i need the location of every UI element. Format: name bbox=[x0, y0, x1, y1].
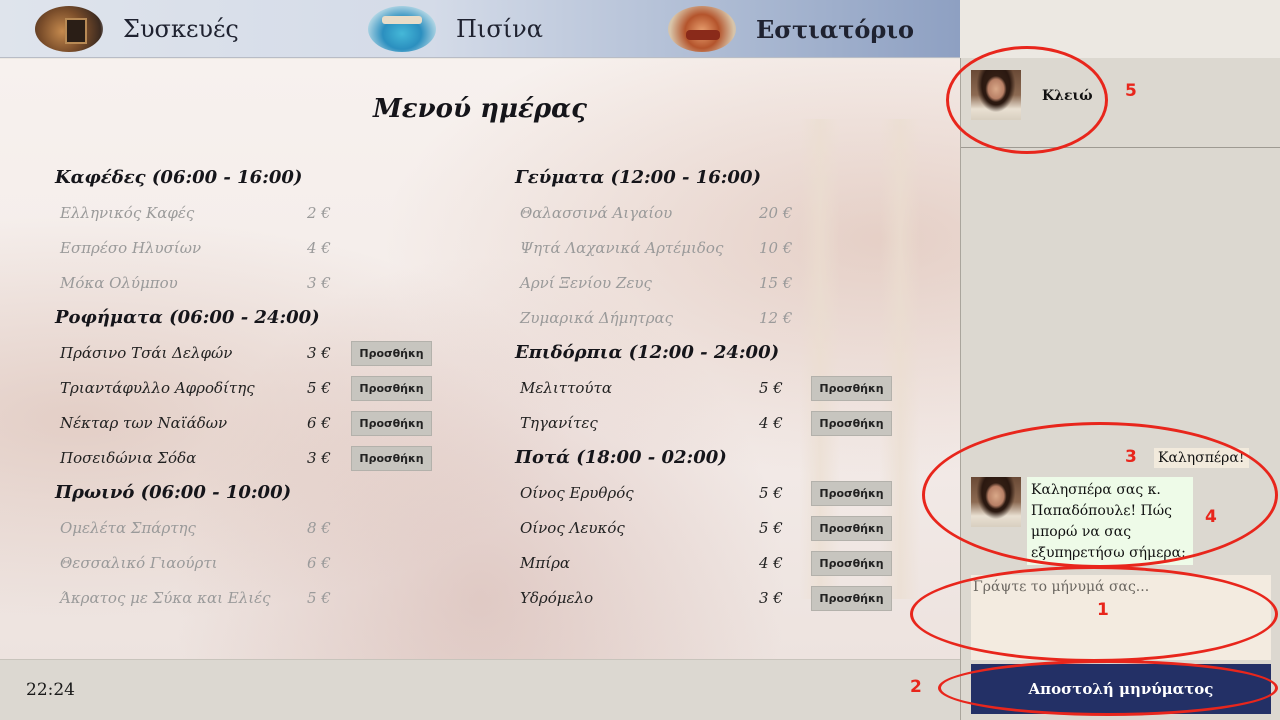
menu-item-price: 4 € bbox=[307, 239, 331, 257]
menu-item-name: Νέκταρ των Ναϊάδων bbox=[60, 414, 228, 432]
add-item-button[interactable]: Προσθήκη bbox=[811, 411, 892, 436]
menu-section-heading: Ροφήματα (06:00 - 24:00) bbox=[55, 307, 320, 328]
add-item-button[interactable]: Προσθήκη bbox=[351, 446, 432, 471]
add-item-button[interactable]: Προσθήκη bbox=[811, 376, 892, 401]
menu-item-name: Εσπρέσο Ηλυσίων bbox=[60, 239, 202, 257]
annotation-ring-2 bbox=[938, 660, 1278, 716]
restaurant-thumb-icon bbox=[668, 6, 736, 52]
add-item-button[interactable]: Προσθήκη bbox=[351, 376, 432, 401]
menu-item-name: Ποσειδώνια Σόδα bbox=[60, 449, 197, 467]
nav-item-label: Εστιατόριο bbox=[756, 14, 914, 44]
menu-item-name: Υδρόμελο bbox=[520, 589, 594, 607]
menu-item-name: Αρνί Ξενίου Ζευς bbox=[520, 274, 652, 292]
menu-item-price: 3 € bbox=[307, 449, 331, 467]
menu-item-name: Ψητά Λαχανικά Αρτέμιδος bbox=[520, 239, 724, 257]
status-bar: 22:24 bbox=[0, 659, 960, 720]
menu-item-price: 6 € bbox=[307, 414, 331, 432]
top-navigation: Συσκευές Πισίνα Εστιατόριο bbox=[0, 0, 960, 58]
nav-item-pool[interactable]: Πισίνα bbox=[368, 0, 543, 58]
menu-item-name: Θεσσαλικό Γιαούρτι bbox=[60, 554, 218, 572]
menu-section-heading: Ποτά (18:00 - 02:00) bbox=[515, 447, 727, 468]
annotation-label-2: 2 bbox=[910, 677, 922, 697]
menu-item-name: Πράσινο Τσάι Δελφών bbox=[60, 344, 233, 362]
menu-item-name: Μπίρα bbox=[520, 554, 571, 572]
menu-item-name: Θαλασσινά Αιγαίου bbox=[520, 204, 673, 222]
menu-item-name: Μόκα Ολύμπου bbox=[60, 274, 178, 292]
menu-item-price: 3 € bbox=[759, 589, 783, 607]
add-item-button[interactable]: Προσθήκη bbox=[351, 341, 432, 366]
menu-section-heading: Πρωινό (06:00 - 10:00) bbox=[55, 482, 292, 503]
menu-item-name: Ζυμαρικά Δήμητρας bbox=[520, 309, 674, 327]
menu-item-price: 20 € bbox=[759, 204, 793, 222]
menu-section-heading: Γεύματα (12:00 - 16:00) bbox=[515, 167, 761, 188]
menu-title: Μενού ημέρας bbox=[373, 94, 587, 124]
nav-item-restaurant[interactable]: Εστιατόριο bbox=[668, 0, 914, 58]
nav-item-appliances[interactable]: Συσκευές bbox=[35, 0, 239, 58]
menu-section-heading: Καφέδες (06:00 - 16:00) bbox=[55, 167, 303, 188]
menu-item-price: 12 € bbox=[759, 309, 793, 327]
menu-item-price: 5 € bbox=[759, 519, 783, 537]
annotation-label-1: 1 bbox=[1097, 600, 1109, 620]
menu-item-name: Άκρατος με Σύκα και Ελιές bbox=[60, 589, 271, 607]
annotation-ring-3-4 bbox=[922, 422, 1278, 568]
menu-item-price: 2 € bbox=[307, 204, 331, 222]
annotation-ring-5 bbox=[946, 46, 1108, 154]
menu-item-name: Ομελέτα Σπάρτης bbox=[60, 519, 196, 537]
clock: 22:24 bbox=[26, 680, 75, 700]
menu-item-price: 5 € bbox=[307, 379, 331, 397]
menu-item-price: 6 € bbox=[307, 554, 331, 572]
annotation-label-5: 5 bbox=[1125, 81, 1137, 101]
add-item-button[interactable]: Προσθήκη bbox=[811, 481, 892, 506]
menu-item-name: Οίνος Ερυθρός bbox=[520, 484, 634, 502]
menu-item-price: 4 € bbox=[759, 414, 783, 432]
menu-item-name: Μελιττούτα bbox=[520, 379, 612, 397]
menu-item-name: Τριαντάφυλλο Αφροδίτης bbox=[60, 379, 255, 397]
menu-item-name: Οίνος Λευκός bbox=[520, 519, 625, 537]
annotation-label-4: 4 bbox=[1205, 507, 1217, 527]
annotation-ring-1 bbox=[910, 566, 1278, 662]
add-item-button[interactable]: Προσθήκη bbox=[811, 551, 892, 576]
restaurant-menu-panel: Μενού ημέρας Καφέδες (06:00 - 16:00) Ελλη… bbox=[0, 59, 960, 659]
menu-item-price: 5 € bbox=[759, 379, 783, 397]
add-item-button[interactable]: Προσθήκη bbox=[811, 586, 892, 611]
menu-item-price: 8 € bbox=[307, 519, 331, 537]
nav-item-label: Συσκευές bbox=[123, 15, 239, 43]
pool-thumb-icon bbox=[368, 6, 436, 52]
menu-item-price: 15 € bbox=[759, 274, 793, 292]
appliances-thumb-icon bbox=[35, 6, 103, 52]
menu-item-price: 5 € bbox=[759, 484, 783, 502]
menu-item-price: 4 € bbox=[759, 554, 783, 572]
menu-item-price: 5 € bbox=[307, 589, 331, 607]
menu-section-heading: Επιδόρπια (12:00 - 24:00) bbox=[515, 342, 780, 363]
add-item-button[interactable]: Προσθήκη bbox=[351, 411, 432, 436]
menu-item-price: 3 € bbox=[307, 274, 331, 292]
menu-item-name: Τηγανίτες bbox=[520, 414, 598, 432]
menu-item-price: 3 € bbox=[307, 344, 331, 362]
menu-item-name: Ελληνικός Καφές bbox=[60, 204, 195, 222]
nav-item-label: Πισίνα bbox=[456, 15, 543, 43]
menu-item-price: 10 € bbox=[759, 239, 793, 257]
add-item-button[interactable]: Προσθήκη bbox=[811, 516, 892, 541]
